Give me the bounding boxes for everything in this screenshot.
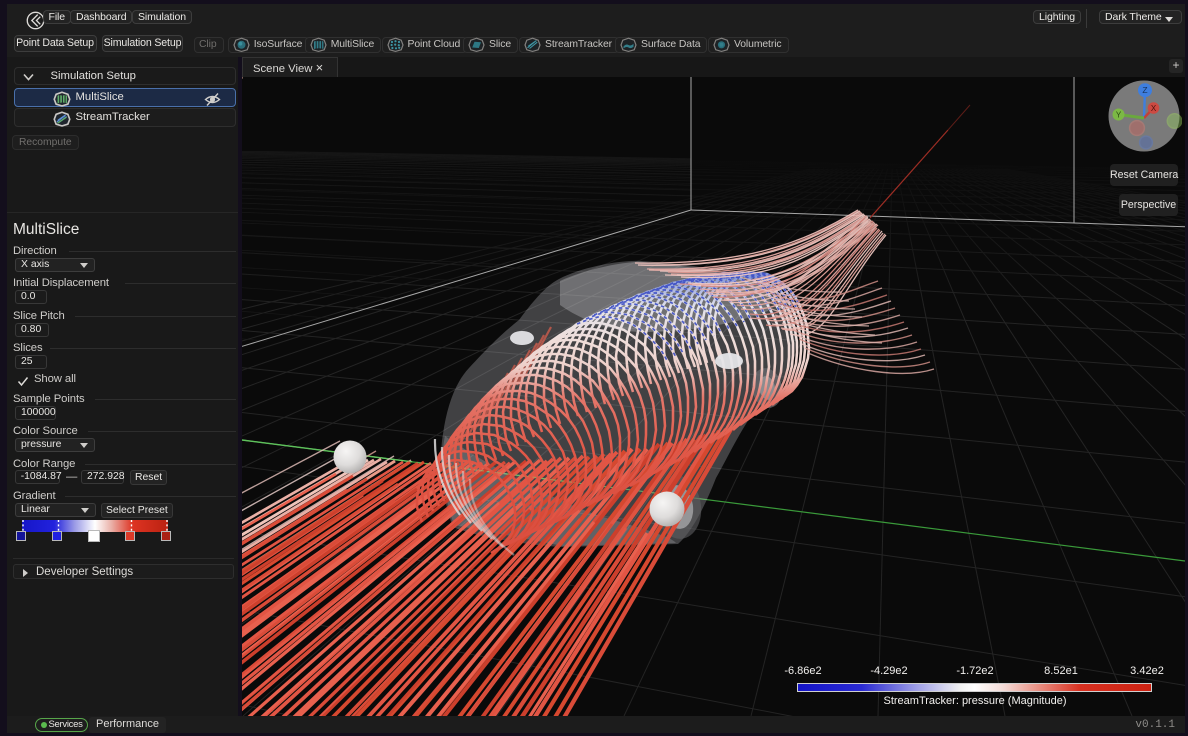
svg-text:X: X [1151, 104, 1157, 113]
svg-text:Y: Y [1116, 111, 1122, 120]
svg-text:Z: Z [1142, 85, 1147, 95]
